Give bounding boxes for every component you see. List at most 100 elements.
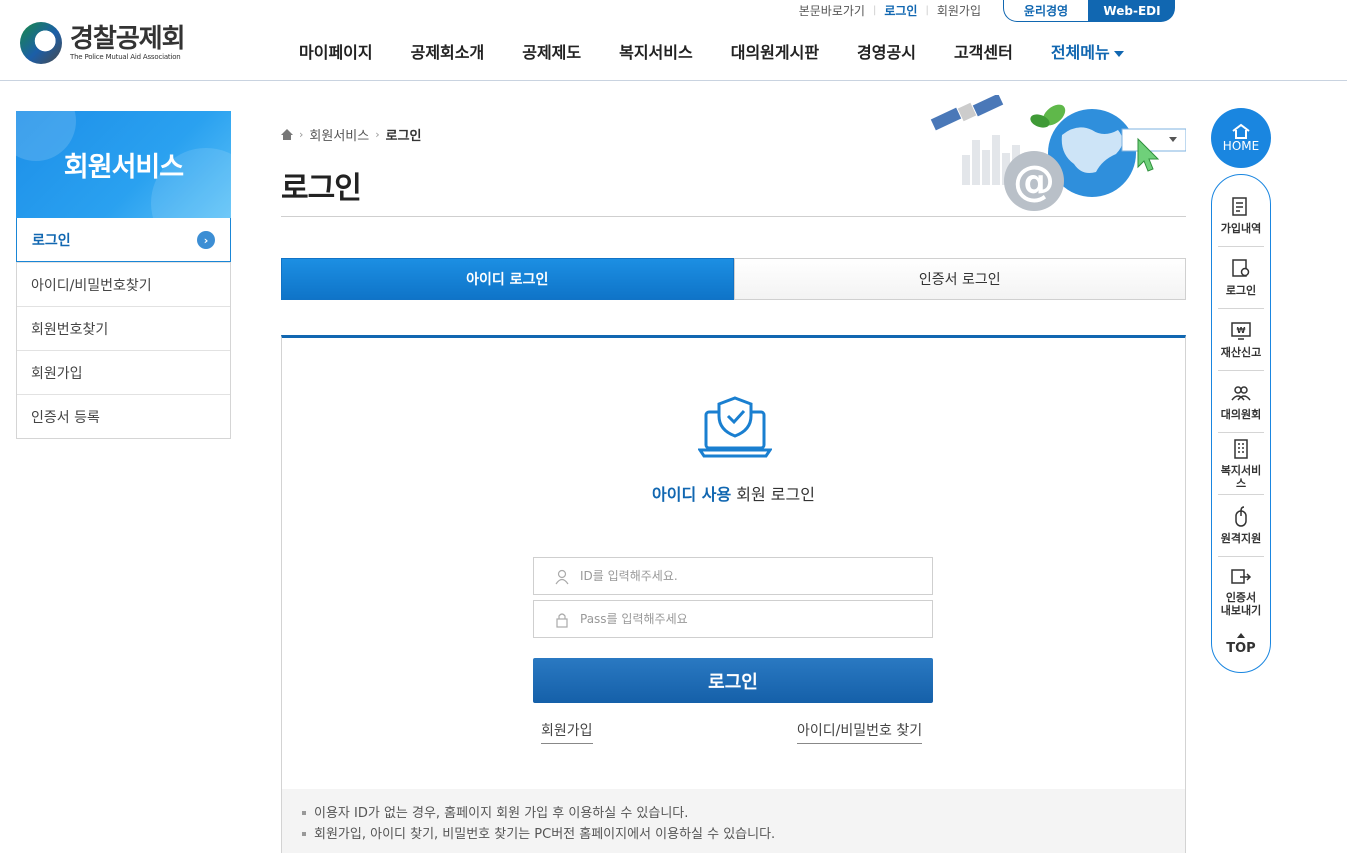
nav-system[interactable]: 공제제도 <box>503 39 600 63</box>
won-monitor-icon: ₩ <box>1231 322 1251 340</box>
side-item-label: 회원가입 <box>31 365 83 382</box>
breadcrumb: › 회원서비스 › 로그인 <box>281 125 422 144</box>
notice-item: 회원가입, 아이디 찾기, 비밀번호 찾기는 PC버전 홈페이지에서 이용하실 … <box>302 824 1185 845</box>
chevron-right-icon: › <box>197 231 215 249</box>
quick-item-label: 로그인 <box>1225 284 1257 297</box>
quick-home-button[interactable]: HOME <box>1211 108 1271 168</box>
quick-menu-list: 가입내역 로그인 ₩ 재산신고 대의원회 복지서비스 원격지원 인증서 내보내기 <box>1211 174 1271 673</box>
login-panel: 아이디 사용 회원 로그인 로그인 회원가입 아이디/비밀번호 찾기 이용자 I… <box>281 335 1186 853</box>
site-logo[interactable]: 경찰공제회 The Police Mutual Aid Association <box>20 22 186 64</box>
quick-item-delegates[interactable]: 대의원회 <box>1218 371 1264 433</box>
caret-down-icon <box>1113 50 1124 57</box>
login-tabs: 아이디 로그인 인증서 로그인 <box>281 258 1186 300</box>
ethics-button[interactable]: 윤리경영 <box>1003 0 1089 22</box>
quick-item-cert-export[interactable]: 인증서 내보내기 <box>1218 557 1264 625</box>
quick-item-subscription[interactable]: 가입내역 <box>1218 185 1264 247</box>
util-join-link[interactable]: 회원가입 <box>937 2 981 19</box>
home-icon[interactable] <box>281 129 293 140</box>
side-menu-banner: 회원서비스 <box>16 111 231 218</box>
tab-cert-login[interactable]: 인증서 로그인 <box>733 258 1186 300</box>
quick-item-label: 가입내역 <box>1220 222 1262 235</box>
side-item-cert-register[interactable]: 인증서 등록 <box>17 394 230 438</box>
nav-mypage[interactable]: 마이페이지 <box>280 39 392 63</box>
document-edit-icon <box>1232 197 1247 216</box>
side-item-login[interactable]: 로그인 › <box>16 218 231 262</box>
chevron-right-icon: › <box>299 128 304 141</box>
nav-customer[interactable]: 고객센터 <box>935 39 1032 63</box>
quick-item-label: 재산신고 <box>1220 346 1262 359</box>
webedi-button[interactable]: Web-EDI <box>1089 0 1175 22</box>
login-button[interactable]: 로그인 <box>533 658 933 703</box>
page-title: 로그인 <box>281 171 362 206</box>
lock-icon <box>556 613 568 628</box>
quick-menu: HOME 가입내역 로그인 ₩ 재산신고 대의원회 복지서비스 원격지원 인증서… <box>1211 108 1271 673</box>
quick-item-remote-support[interactable]: 원격지원 <box>1218 495 1264 557</box>
password-field <box>533 600 933 638</box>
quick-home-label: HOME <box>1222 139 1260 153</box>
breadcrumb-section[interactable]: 회원서비스 <box>309 125 369 144</box>
divider: | <box>872 5 877 16</box>
quick-item-label: 인증서 <box>1225 591 1257 604</box>
site-header: 경찰공제회 The Police Mutual Aid Association … <box>0 0 1347 81</box>
nav-all-menu-label: 전체메뉴 <box>1050 43 1110 62</box>
certificate-icon <box>1232 259 1250 277</box>
svg-text:@: @ <box>1013 156 1055 205</box>
nav-disclosure[interactable]: 경영공시 <box>838 39 935 63</box>
quick-item-label: 내보내기 <box>1220 604 1262 617</box>
main-nav: 마이페이지 공제회소개 공제제도 복지서비스 대의원게시판 경영공시 고객센터 … <box>280 38 1143 64</box>
svg-text:₩: ₩ <box>1237 326 1246 335</box>
side-item-label: 아이디/비밀번호찾기 <box>31 277 152 294</box>
login-subtitle: 아이디 사용 회원 로그인 <box>282 481 1185 505</box>
quick-item-login[interactable]: 로그인 <box>1218 247 1264 309</box>
satellite-icon <box>930 95 1004 131</box>
id-field <box>533 557 933 595</box>
side-item-label: 회원번호찾기 <box>31 321 109 338</box>
side-item-join[interactable]: 회원가입 <box>17 350 230 394</box>
nav-board[interactable]: 대의원게시판 <box>712 39 838 63</box>
people-icon <box>1231 386 1251 401</box>
side-menu: 회원서비스 로그인 › 아이디/비밀번호찾기 회원번호찾기 회원가입 인증서 등… <box>16 111 231 439</box>
password-input[interactable] <box>580 612 910 626</box>
header-illustration: @ <box>930 95 1186 211</box>
quick-item-label: 대의원회 <box>1220 408 1262 421</box>
side-menu-list: 로그인 › 아이디/비밀번호찾기 회원번호찾기 회원가입 인증서 등록 <box>16 218 231 439</box>
side-item-label: 로그인 <box>32 232 71 249</box>
quick-item-asset-report[interactable]: ₩ 재산신고 <box>1218 309 1264 371</box>
side-item-find-id-pw[interactable]: 아이디/비밀번호찾기 <box>17 262 230 306</box>
quick-item-label: 복지서비스 <box>1220 463 1262 490</box>
arrow-up-icon <box>1237 633 1245 638</box>
quick-item-label: 원격지원 <box>1220 532 1262 545</box>
login-subtitle-highlight: 아이디 사용 <box>652 485 732 504</box>
quick-item-welfare[interactable]: 복지서비스 <box>1218 433 1264 495</box>
login-subtitle-rest: 회원 로그인 <box>731 485 815 504</box>
nav-all-menu[interactable]: 전체메뉴 <box>1032 39 1143 63</box>
find-id-password-link[interactable]: 아이디/비밀번호 찾기 <box>797 720 923 744</box>
logo-subtitle: The Police Mutual Aid Association <box>70 53 181 61</box>
home-icon <box>1232 123 1250 139</box>
building-icon <box>1234 438 1248 459</box>
user-icon <box>555 569 569 585</box>
breadcrumb-current: 로그인 <box>385 129 422 144</box>
id-input[interactable] <box>580 569 910 583</box>
scroll-top-button[interactable]: TOP <box>1212 625 1270 656</box>
tab-id-login[interactable]: 아이디 로그인 <box>281 258 734 300</box>
secure-laptop-icon <box>698 396 772 458</box>
util-login-link[interactable]: 로그인 <box>884 2 917 19</box>
export-icon <box>1231 569 1252 584</box>
skip-to-content-link[interactable]: 본문바로가기 <box>799 2 865 19</box>
side-item-label: 인증서 등록 <box>31 409 100 426</box>
logo-emblem-icon <box>20 22 62 64</box>
login-notice: 이용자 ID가 없는 경우, 홈페이지 회원 가입 후 이용하실 수 있습니다.… <box>282 789 1185 853</box>
divider: | <box>925 5 929 16</box>
side-menu-title: 회원서비스 <box>63 152 184 183</box>
notice-item: 이용자 ID가 없는 경우, 홈페이지 회원 가입 후 이용하실 수 있습니다. <box>302 803 1185 824</box>
side-item-find-member-number[interactable]: 회원번호찾기 <box>17 306 230 350</box>
utility-links: 본문바로가기 | 로그인 | 회원가입 <box>799 2 981 19</box>
scroll-top-label: TOP <box>1226 641 1256 656</box>
join-link[interactable]: 회원가입 <box>541 720 593 744</box>
logo-title: 경찰공제회 <box>70 24 186 54</box>
mouse-icon <box>1235 506 1247 527</box>
chevron-right-icon: › <box>375 128 380 141</box>
nav-about[interactable]: 공제회소개 <box>392 39 504 63</box>
nav-welfare[interactable]: 복지서비스 <box>600 39 712 63</box>
